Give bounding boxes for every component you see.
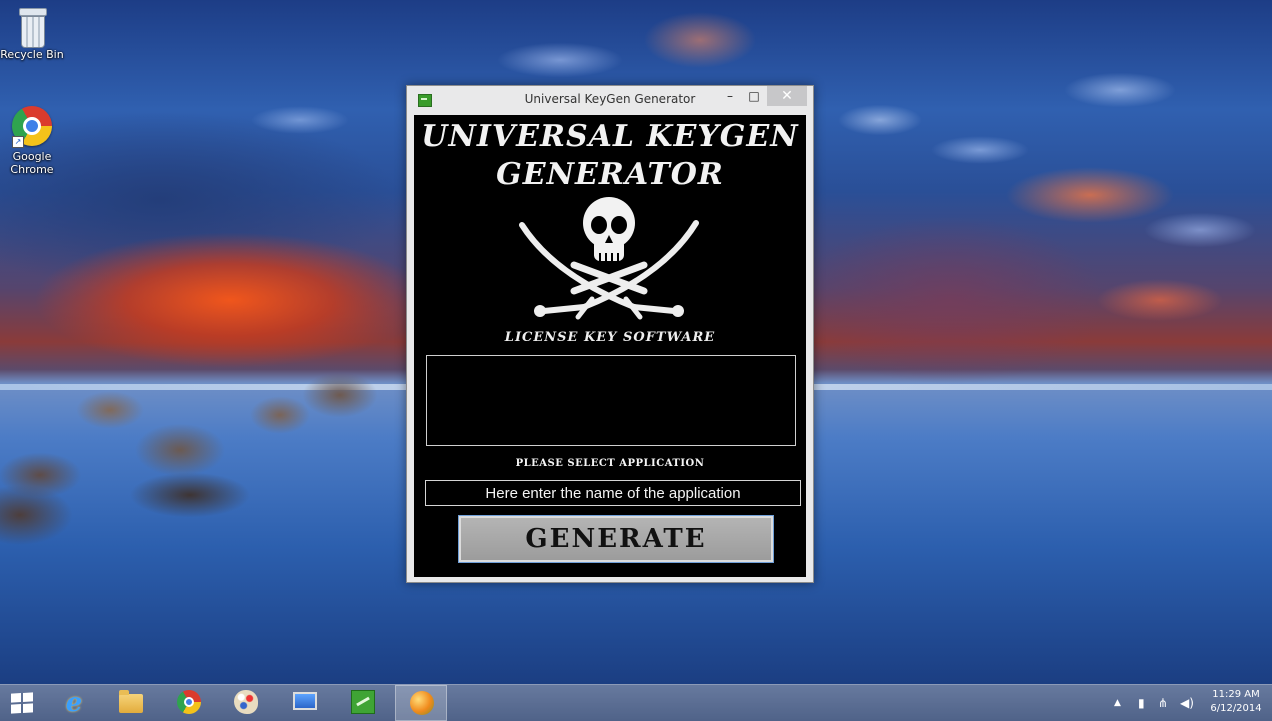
wallpaper-rocks <box>0 355 410 555</box>
battery-icon[interactable]: ▮ <box>1138 685 1152 721</box>
taskbar-keygen-app[interactable] <box>337 685 389 721</box>
internet-explorer-icon: e <box>65 688 83 718</box>
license-subtitle: LICENSE KEY SOFTWARE <box>504 330 716 345</box>
skull-crossed-swords-icon <box>519 197 699 320</box>
desktop-icon-label: Recycle Bin <box>0 48 64 61</box>
generate-button[interactable]: GENERATE <box>458 515 774 563</box>
keygen-window: Universal KeyGen Generator – □ ✕ UNIVERS… <box>406 85 814 583</box>
minimize-button[interactable]: – <box>719 86 741 106</box>
recycle-bin-icon <box>18 8 47 48</box>
window-client-area: UNIVERSAL KEYGEN GENERATOR LICENSE KEY S… <box>414 115 806 577</box>
network-status-icon[interactable]: ⋔ <box>1158 685 1172 721</box>
key-output-box[interactable] <box>426 355 796 446</box>
keygen-app-icon <box>351 690 375 714</box>
show-hidden-icons-button[interactable]: ▲ <box>1114 685 1128 721</box>
shortcut-arrow-icon: ↗ <box>12 136 24 148</box>
select-application-label: PLEASE SELECT APPLICATION <box>515 458 705 469</box>
chrome-icon <box>177 690 201 714</box>
close-button[interactable]: ✕ <box>767 86 807 106</box>
taskbar-file-explorer[interactable] <box>105 685 157 721</box>
taskbar: e ▲ ▮ ⋔ ◀) 11:29 AM 6/12/2014 <box>0 684 1272 721</box>
clock-time: 11:29 AM <box>1212 689 1260 700</box>
taskbar-orange-app[interactable] <box>395 685 447 721</box>
taskbar-network[interactable] <box>279 685 331 721</box>
taskbar-paint[interactable] <box>220 685 272 721</box>
brand-title-line2: GENERATOR <box>496 157 724 192</box>
volume-icon[interactable]: ◀) <box>1180 685 1196 721</box>
clock-date: 6/12/2014 <box>1210 703 1262 714</box>
desktop-icon-label: Chrome <box>10 163 54 176</box>
application-name-input[interactable] <box>425 480 801 506</box>
paint-palette-icon <box>234 690 258 714</box>
start-button[interactable] <box>0 685 46 721</box>
taskbar-internet-explorer[interactable]: e <box>48 685 100 721</box>
orange-app-icon <box>410 691 434 715</box>
desktop-icon-label: Google <box>12 150 52 163</box>
windows-logo-icon <box>11 692 33 715</box>
brand-title-line1: UNIVERSAL KEYGEN <box>421 119 799 154</box>
system-clock[interactable]: 11:29 AM 6/12/2014 <box>1206 688 1266 716</box>
desktop-icon-google-chrome[interactable]: ↗ Google Chrome <box>0 102 64 176</box>
folder-icon <box>119 690 143 713</box>
network-computer-icon <box>293 692 317 710</box>
title-bar[interactable]: Universal KeyGen Generator – □ ✕ <box>407 86 813 113</box>
desktop-icon-recycle-bin[interactable]: Recycle Bin <box>0 4 64 61</box>
taskbar-chrome[interactable] <box>163 685 215 721</box>
maximize-button[interactable]: □ <box>743 86 765 106</box>
